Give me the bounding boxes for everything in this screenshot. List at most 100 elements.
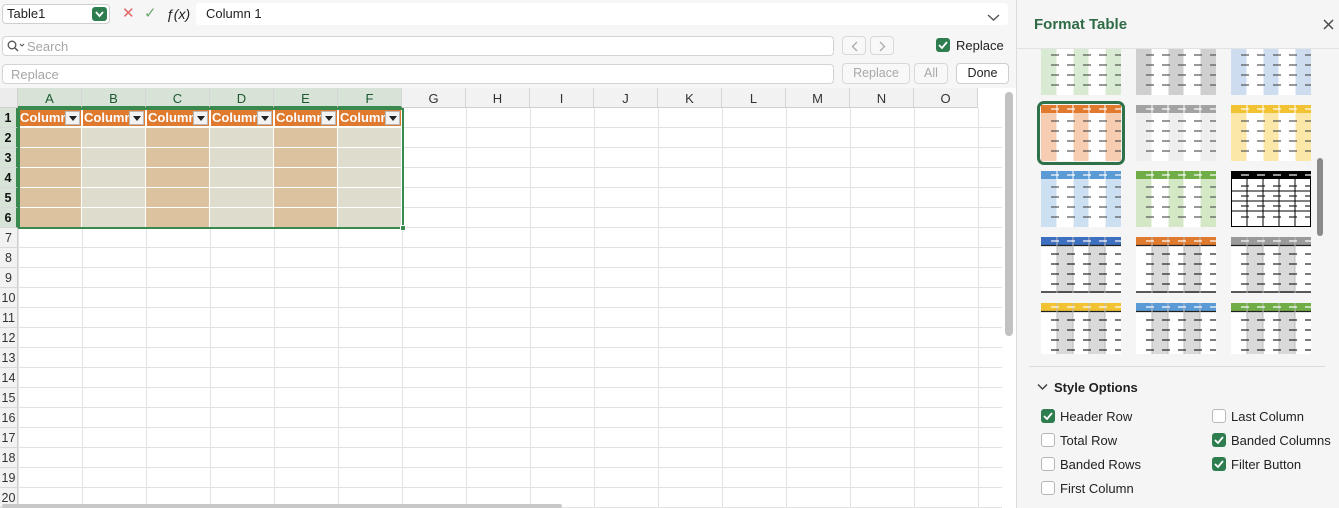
formula-bar: Table1 ✕ ✓ ƒ(x) Column 1 <box>0 0 1016 30</box>
table-style-option[interactable] <box>1041 303 1121 354</box>
table-style-option[interactable] <box>1231 237 1311 293</box>
table-style-option[interactable] <box>1037 101 1125 165</box>
header-row-label: Header Row <box>1060 409 1133 424</box>
table-style-option[interactable] <box>1041 237 1121 293</box>
row-header[interactable]: 5 <box>0 188 18 208</box>
vertical-scrollbar[interactable] <box>1005 92 1013 336</box>
row-header[interactable]: 13 <box>0 348 18 368</box>
total-row-label: Total Row <box>1060 433 1118 448</box>
table-style-preview <box>1136 171 1216 227</box>
previous-match-button[interactable] <box>842 36 866 55</box>
first-column-checkbox[interactable] <box>1041 481 1055 495</box>
column-header[interactable]: M <box>786 88 850 108</box>
done-button[interactable]: Done <box>956 63 1009 84</box>
format-table-pane: Format Table Style Options Header Row Tot… <box>1016 0 1339 508</box>
column-header[interactable]: N <box>850 88 914 108</box>
formula-input[interactable]: Column 1 <box>196 3 1008 25</box>
replace-input[interactable] <box>11 65 811 83</box>
table-style-preview <box>1136 49 1216 95</box>
table-style-option[interactable] <box>1136 49 1216 95</box>
replace-checkbox[interactable] <box>936 38 950 52</box>
row-header[interactable]: 3 <box>0 148 18 168</box>
search-input[interactable] <box>27 37 817 55</box>
row-header[interactable]: 10 <box>0 288 18 308</box>
close-icon[interactable] <box>1323 18 1334 33</box>
spreadsheet-grid[interactable]: A B C D E F G H I J K L M N O 1 2 3 4 5 6 7 8 9 10 11 12 13 14 15 16 17… <box>0 88 1016 508</box>
select-all-corner[interactable] <box>0 88 18 108</box>
column-header[interactable]: L <box>722 88 786 108</box>
column-header[interactable]: C <box>146 88 210 108</box>
row-header[interactable]: 2 <box>0 128 18 148</box>
row-header[interactable]: 9 <box>0 268 18 288</box>
replace-field[interactable] <box>2 64 834 84</box>
table-style-option[interactable] <box>1136 171 1216 227</box>
pane-title: Format Table <box>1034 16 1128 33</box>
table-styles-gallery[interactable] <box>1029 49 1326 354</box>
fill-handle[interactable] <box>400 225 406 231</box>
table-style-preview <box>1041 171 1121 227</box>
cancel-formula-icon[interactable]: ✕ <box>122 4 135 24</box>
replace-button[interactable]: Replace <box>842 63 910 84</box>
find-replace-bar: Replace Replace All Done <box>0 30 1016 88</box>
style-options-title: Style Options <box>1054 380 1138 395</box>
table-style-option[interactable] <box>1041 171 1121 227</box>
banded-rows-label: Banded Rows <box>1060 457 1141 472</box>
search-icon[interactable] <box>7 40 25 55</box>
function-icon[interactable]: ƒ(x) <box>166 4 190 24</box>
row-header[interactable]: 11 <box>0 308 18 328</box>
column-header[interactable]: A <box>18 88 82 108</box>
row-header[interactable]: 15 <box>0 388 18 408</box>
table-style-option[interactable] <box>1136 303 1216 354</box>
row-header[interactable]: 16 <box>0 408 18 428</box>
table-style-option[interactable] <box>1041 49 1121 95</box>
selection-outline <box>18 108 404 229</box>
chevron-down-icon[interactable] <box>987 7 1000 29</box>
column-header[interactable]: G <box>402 88 466 108</box>
column-header[interactable]: E <box>274 88 338 108</box>
row-header[interactable]: 18 <box>0 448 18 468</box>
banded-rows-checkbox[interactable] <box>1041 457 1055 471</box>
row-header[interactable]: 6 <box>0 208 18 228</box>
column-header[interactable]: H <box>466 88 530 108</box>
filter-button-checkbox[interactable] <box>1212 457 1226 471</box>
table-style-option[interactable] <box>1231 105 1311 161</box>
name-box-value: Table1 <box>7 6 46 21</box>
name-box[interactable]: Table1 <box>2 4 110 24</box>
pane-scrollbar[interactable] <box>1317 158 1323 236</box>
table-style-option[interactable] <box>1231 171 1311 227</box>
total-row-checkbox[interactable] <box>1041 433 1055 447</box>
table-style-preview <box>1231 171 1311 227</box>
table-style-option[interactable] <box>1231 303 1311 354</box>
row-header[interactable]: 14 <box>0 368 18 388</box>
row-header[interactable]: 4 <box>0 168 18 188</box>
last-column-label: Last Column <box>1231 409 1304 424</box>
column-header[interactable]: B <box>82 88 146 108</box>
horizontal-scrollbar[interactable] <box>2 504 562 508</box>
table-style-preview <box>1136 105 1216 161</box>
column-header[interactable]: O <box>914 88 978 108</box>
row-header[interactable]: 12 <box>0 328 18 348</box>
last-column-checkbox[interactable] <box>1212 409 1226 423</box>
row-header[interactable]: 19 <box>0 468 18 488</box>
table-style-option[interactable] <box>1136 105 1216 161</box>
chevron-down-icon[interactable] <box>92 7 107 21</box>
search-field[interactable] <box>2 36 834 56</box>
confirm-formula-icon[interactable]: ✓ <box>144 4 157 24</box>
row-header[interactable]: 8 <box>0 248 18 268</box>
row-header[interactable]: 17 <box>0 428 18 448</box>
banded-columns-label: Banded Columns <box>1231 433 1331 448</box>
column-header[interactable]: D <box>210 88 274 108</box>
column-header[interactable]: F <box>338 88 402 108</box>
banded-columns-checkbox[interactable] <box>1212 433 1226 447</box>
header-row-checkbox[interactable] <box>1041 409 1055 423</box>
next-match-button[interactable] <box>870 36 894 55</box>
table-style-option[interactable] <box>1231 49 1311 95</box>
replace-all-button[interactable]: All <box>914 63 948 84</box>
row-header[interactable]: 1 <box>0 108 18 128</box>
column-header[interactable]: J <box>594 88 658 108</box>
column-header[interactable]: I <box>530 88 594 108</box>
row-header[interactable]: 7 <box>0 228 18 248</box>
table-style-option[interactable] <box>1136 237 1216 293</box>
table-style-preview <box>1041 105 1121 161</box>
column-header[interactable]: K <box>658 88 722 108</box>
